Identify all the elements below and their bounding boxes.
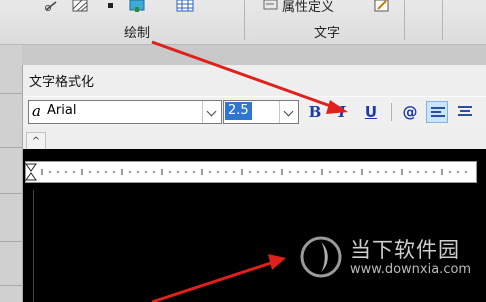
font-select[interactable]: a Arial — [28, 100, 222, 124]
watermark-url: www.downxia.com — [350, 262, 472, 277]
toolbar-separator — [391, 103, 392, 121]
left-panel — [0, 45, 22, 302]
text-height-value: 2.5 — [225, 102, 252, 120]
indent-marker-icon[interactable] — [25, 163, 37, 181]
align-center-button[interactable] — [454, 101, 476, 123]
group-separator — [404, 0, 405, 40]
attribute-definition-button[interactable]: 属性定义 — [282, 0, 334, 15]
ruler-ticks — [41, 169, 467, 175]
chevron-down-icon[interactable] — [202, 101, 221, 123]
ruler[interactable] — [25, 161, 477, 183]
italic-button[interactable]: I — [331, 101, 353, 123]
region-icon[interactable] — [128, 0, 146, 12]
text-format-toolbar: a Arial 2.5 B I U @ — [23, 96, 486, 127]
group-label-draw: 绘制 — [124, 26, 151, 41]
draw-tool-icon[interactable] — [44, 0, 58, 12]
font-type-glyph: a — [32, 102, 41, 120]
attribute-definition-icon[interactable] — [263, 0, 279, 12]
dialog-title: 文字格式化 — [29, 75, 95, 90]
align-left-icon — [431, 107, 445, 119]
watermark-logo-icon — [300, 236, 342, 278]
chevron-down-icon[interactable] — [279, 101, 298, 123]
watermark-name: 当下软件园 — [350, 238, 460, 262]
group-separator — [442, 0, 443, 40]
align-center-icon — [458, 106, 472, 118]
font-value: Arial — [47, 103, 77, 118]
text-height-select[interactable]: 2.5 — [223, 100, 299, 124]
table-icon[interactable] — [176, 0, 194, 12]
bold-button[interactable]: B — [304, 101, 326, 123]
hatch-icon[interactable] — [72, 0, 88, 12]
edit-text-icon[interactable] — [374, 0, 390, 12]
group-separator — [244, 0, 245, 40]
align-left-button[interactable] — [426, 101, 448, 123]
point-icon[interactable] — [106, 0, 116, 12]
group-label-text: 文字 — [314, 26, 341, 41]
symbol-button[interactable]: @ — [399, 101, 421, 123]
underline-button[interactable]: U — [360, 101, 382, 123]
ribbon: 绘制 属性定义 文字 — [0, 0, 486, 45]
text-editor-area[interactable] — [23, 149, 486, 302]
